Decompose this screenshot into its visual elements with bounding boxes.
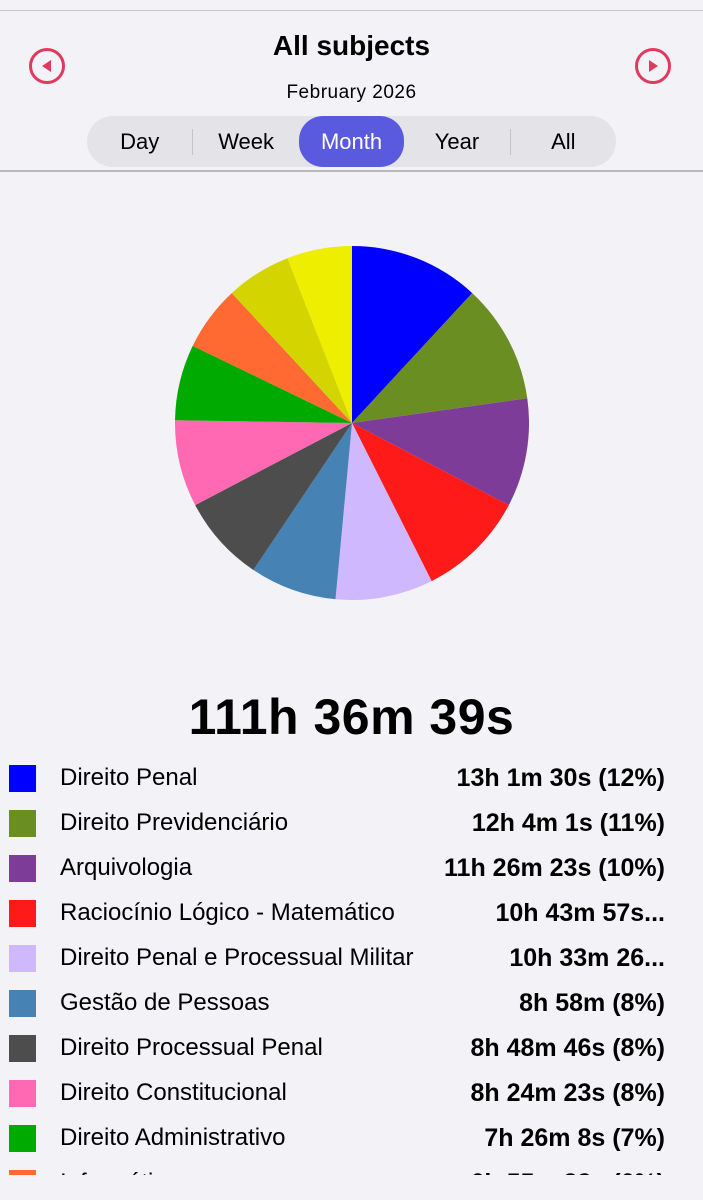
segment-day[interactable]: Day (87, 116, 192, 167)
color-swatch (9, 1170, 36, 1175)
subject-name: Gestão de Pessoas (60, 989, 270, 1016)
subject-name: Direito Constitucional (60, 1079, 287, 1106)
color-swatch (9, 1125, 36, 1152)
segment-all[interactable]: All (511, 116, 616, 167)
legend-row[interactable]: Direito Previdenciário 12h 4m 1s (11%) (0, 800, 703, 845)
total-time: 111h 36m 39s (188, 689, 515, 745)
subject-time: 8h 58m (8%) (519, 989, 665, 1017)
subject-name: Direito Previdenciário (60, 809, 289, 836)
chevron-right-circle-icon (649, 60, 658, 72)
subject-name: Direito Administrativo (60, 1124, 286, 1151)
subject-time: 8h 48m 46s (8%) (470, 1034, 665, 1062)
legend-row[interactable]: Direito Penal 13h 1m 30s (12%) (0, 755, 703, 800)
subject-time: 12h 4m 1s (11%) (471, 809, 665, 837)
color-swatch (9, 765, 36, 792)
subject-time: 7h 26m 8s (7%) (484, 1124, 665, 1152)
subject-name: Direito Processual Penal (60, 1034, 323, 1061)
subject-name: Raciocínio Lógico - Matemático (60, 899, 395, 926)
legend-row[interactable]: Informática 6h 55m 33s (6%) (0, 1160, 703, 1175)
color-swatch (9, 810, 36, 837)
subject-name: Direito Penal e Processual Militar (60, 944, 414, 971)
subject-name: Arquivologia (60, 854, 193, 881)
subject-time: 10h 33m 26... (509, 944, 665, 972)
legend-row[interactable]: Raciocínio Lógico - Matemático 10h 43m 57… (0, 890, 703, 935)
period-segmented-control: Day Week Month Year All (87, 116, 616, 167)
color-swatch (9, 945, 36, 972)
page-title: All subjects (272, 30, 431, 61)
segment-year[interactable]: Year (404, 116, 509, 167)
subject-time: 8h 24m 23s (8%) (470, 1079, 665, 1107)
segment-week[interactable]: Week (193, 116, 298, 167)
subject-time: 11h 26m 23s (10%) (444, 854, 665, 882)
subjects-pie-chart (175, 246, 529, 600)
next-period-button[interactable] (635, 48, 671, 84)
subject-name: Informática (60, 1169, 179, 1175)
header: All subjects February 2026 Day Week Mont… (0, 10, 703, 172)
legend-row[interactable]: Direito Constitucional 8h 24m 23s (8%) (0, 1070, 703, 1115)
subject-time: 6h 55m 33s (6%) (470, 1169, 665, 1175)
legend-row[interactable]: Direito Administrativo 7h 26m 8s (7%) (0, 1115, 703, 1160)
legend-row[interactable]: Gestão de Pessoas 8h 58m (8%) (0, 980, 703, 1025)
color-swatch (9, 1035, 36, 1062)
color-swatch (9, 1080, 36, 1107)
subject-time: 13h 1m 30s (12%) (456, 764, 665, 792)
legend-row[interactable]: Arquivologia 11h 26m 23s (10%) (0, 845, 703, 890)
legend-row[interactable]: Direito Processual Penal 8h 48m 46s (8%) (0, 1025, 703, 1070)
legend-row[interactable]: Direito Penal e Processual Militar 10h 33… (0, 935, 703, 980)
period-label: February 2026 (286, 82, 417, 103)
subjects-legend: Direito Penal 13h 1m 30s (12%) Direito Pre… (0, 755, 703, 1175)
segment-month[interactable]: Month (298, 116, 405, 167)
color-swatch (9, 900, 36, 927)
color-swatch (9, 855, 36, 882)
subject-time: 10h 43m 57s... (495, 899, 665, 927)
color-swatch (9, 990, 36, 1017)
subject-name: Direito Penal (60, 764, 198, 791)
